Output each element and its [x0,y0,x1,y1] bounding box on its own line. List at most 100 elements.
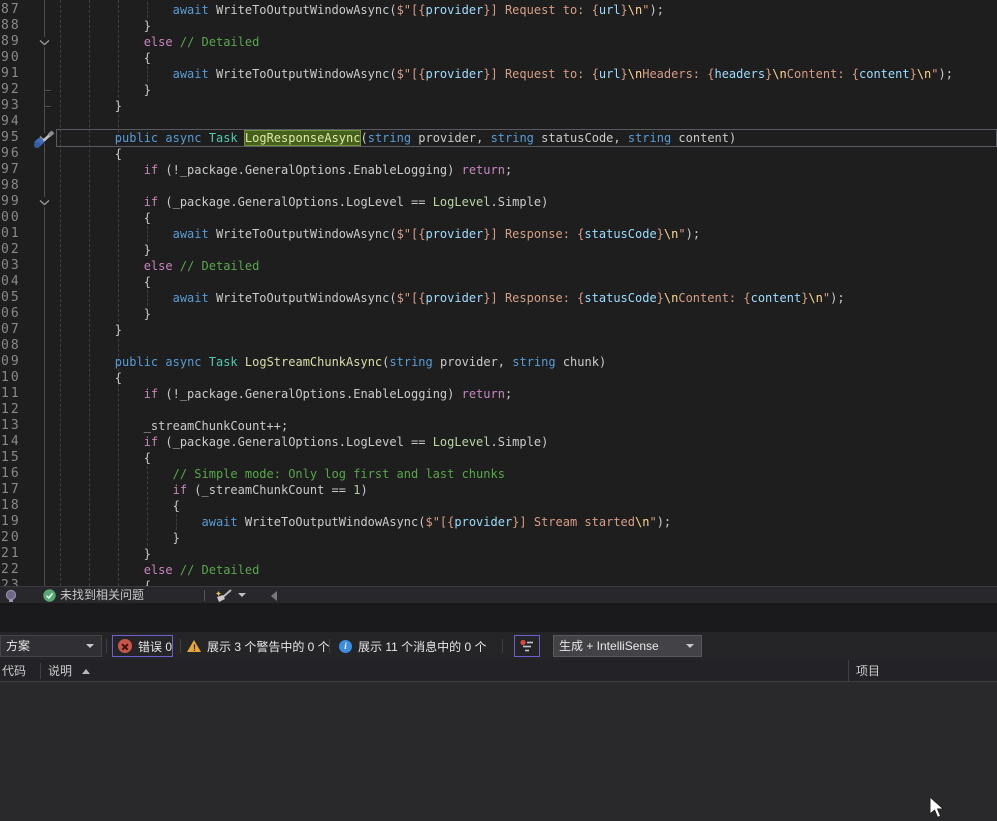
fold-chevron-icon[interactable] [38,197,51,207]
code-editor[interactable]: 8788899091929394959697989900010203040506… [0,0,997,586]
errors-filter-button[interactable]: 错误 0 [112,635,173,657]
code-line[interactable]: public async Task LogResponseAsync(strin… [57,130,736,146]
line-number[interactable]: 91 [1,66,21,82]
line-number[interactable]: 19 [1,514,21,530]
line-number[interactable]: 08 [1,338,21,354]
line-number[interactable]: 90 [1,50,21,66]
line-number[interactable]: 23 [1,578,21,586]
code-line[interactable]: // Simple mode: Only log first and last … [57,466,505,482]
code-line[interactable]: } [57,242,151,258]
code-line[interactable]: { [57,146,122,162]
column-header-description[interactable]: 说明 [48,660,72,682]
line-number[interactable]: 98 [1,178,21,194]
code-line[interactable]: if (!_package.GeneralOptions.EnableLoggi… [57,386,512,402]
outline-guide-line [44,0,45,586]
line-number[interactable]: 17 [1,482,21,498]
column-header-project[interactable]: 项目 [856,660,880,682]
line-number[interactable]: 22 [1,562,21,578]
line-number[interactable]: 94 [1,114,21,130]
line-number[interactable]: 14 [1,434,21,450]
highlighted-symbol[interactable]: LogResponseAsync [245,131,361,145]
error-list-body[interactable] [0,682,997,821]
warnings-count-label: 展示 3 个警告中的 0 个 [207,638,330,655]
code-cleanup-broom-icon[interactable] [214,588,234,603]
line-number[interactable]: 07 [1,322,21,338]
separator[interactable] [40,663,41,679]
code-line[interactable]: await WriteToOutputWindowAsync($"[{provi… [57,66,953,82]
scope-dropdown[interactable]: 方案 [0,635,102,657]
code-line[interactable]: if (!_package.GeneralOptions.EnableLoggi… [57,162,512,178]
line-number[interactable]: 10 [1,370,21,386]
line-number[interactable]: 95 [1,130,21,146]
fold-end-tick [44,90,51,91]
warnings-filter-button[interactable]: ! 展示 3 个警告中的 0 个 [187,635,330,657]
line-number[interactable]: 92 [1,82,21,98]
info-icon: i [339,640,352,653]
code-line[interactable]: if (_package.GeneralOptions.LogLevel == … [57,194,548,210]
code-line[interactable]: { [57,498,180,514]
line-number[interactable]: 02 [1,242,21,258]
column-header-code[interactable]: 代码 [2,660,26,682]
line-number[interactable]: 88 [1,18,21,34]
code-line[interactable]: _streamChunkCount++; [57,418,288,434]
code-line[interactable]: public async Task LogStreamChunkAsync(st… [57,354,606,370]
code-line[interactable]: await WriteToOutputWindowAsync($"[{provi… [57,290,845,306]
code-line[interactable]: { [57,450,151,466]
separator [106,639,107,653]
code-line[interactable]: { [57,210,151,226]
code-line[interactable]: await WriteToOutputWindowAsync($"[{provi… [57,514,671,530]
code-line[interactable]: } [57,530,180,546]
code-cleanup-dropdown-caret[interactable] [238,593,246,597]
code-line[interactable]: await WriteToOutputWindowAsync($"[{provi… [57,226,700,242]
line-number[interactable]: 05 [1,290,21,306]
separator [329,639,330,653]
line-number[interactable]: 15 [1,450,21,466]
code-line[interactable]: if (_streamChunkCount == 1) [57,482,368,498]
code-line[interactable]: } [57,546,151,562]
line-number[interactable]: 96 [1,146,21,162]
line-number[interactable]: 99 [1,194,21,210]
code-line[interactable]: { [57,370,122,386]
line-number-gutter[interactable]: 8788899091929394959697989900010203040506… [0,0,30,586]
line-number[interactable]: 03 [1,258,21,274]
separator[interactable] [848,660,849,682]
code-line[interactable]: } [57,322,122,338]
no-issues-check-icon [43,589,56,602]
code-line[interactable]: if (_package.GeneralOptions.LogLevel == … [57,434,548,450]
fold-chevron-icon[interactable] [38,37,51,47]
build-intellisense-dropdown[interactable]: 生成 + IntelliSense [553,635,702,657]
code-line[interactable]: else // Detailed [57,562,259,578]
line-number[interactable]: 13 [1,418,21,434]
code-line[interactable]: await WriteToOutputWindowAsync($"[{provi… [57,2,664,18]
filter-button[interactable] [514,635,540,657]
line-number[interactable]: 97 [1,162,21,178]
code-line[interactable]: } [57,82,151,98]
line-number[interactable]: 93 [1,98,21,114]
quick-actions-screwdriver-icon[interactable] [30,130,56,150]
line-number[interactable]: 89 [1,34,21,50]
line-number[interactable]: 09 [1,354,21,370]
line-number[interactable]: 01 [1,226,21,242]
line-number[interactable]: 00 [1,210,21,226]
line-number[interactable]: 18 [1,498,21,514]
line-number[interactable]: 11 [1,386,21,402]
hscroll-left-arrow-icon[interactable] [271,591,277,601]
code-line[interactable]: { [57,274,151,290]
code-line[interactable]: else // Detailed [57,34,259,50]
line-number[interactable]: 20 [1,530,21,546]
messages-filter-button[interactable]: i 展示 11 个消息中的 0 个 [339,635,486,657]
code-line[interactable]: } [57,306,151,322]
line-number[interactable]: 16 [1,466,21,482]
code-line[interactable]: } [57,98,122,114]
document-health-icon[interactable] [4,589,18,603]
code-line[interactable]: else // Detailed [57,258,259,274]
code-line[interactable]: } [57,18,151,34]
line-number[interactable]: 12 [1,402,21,418]
filter-icon [519,638,535,654]
line-number[interactable]: 04 [1,274,21,290]
code-line[interactable]: { [57,50,151,66]
line-number[interactable]: 21 [1,546,21,562]
line-number[interactable]: 06 [1,306,21,322]
code-line[interactable]: { [57,578,151,586]
line-number[interactable]: 87 [1,2,21,18]
